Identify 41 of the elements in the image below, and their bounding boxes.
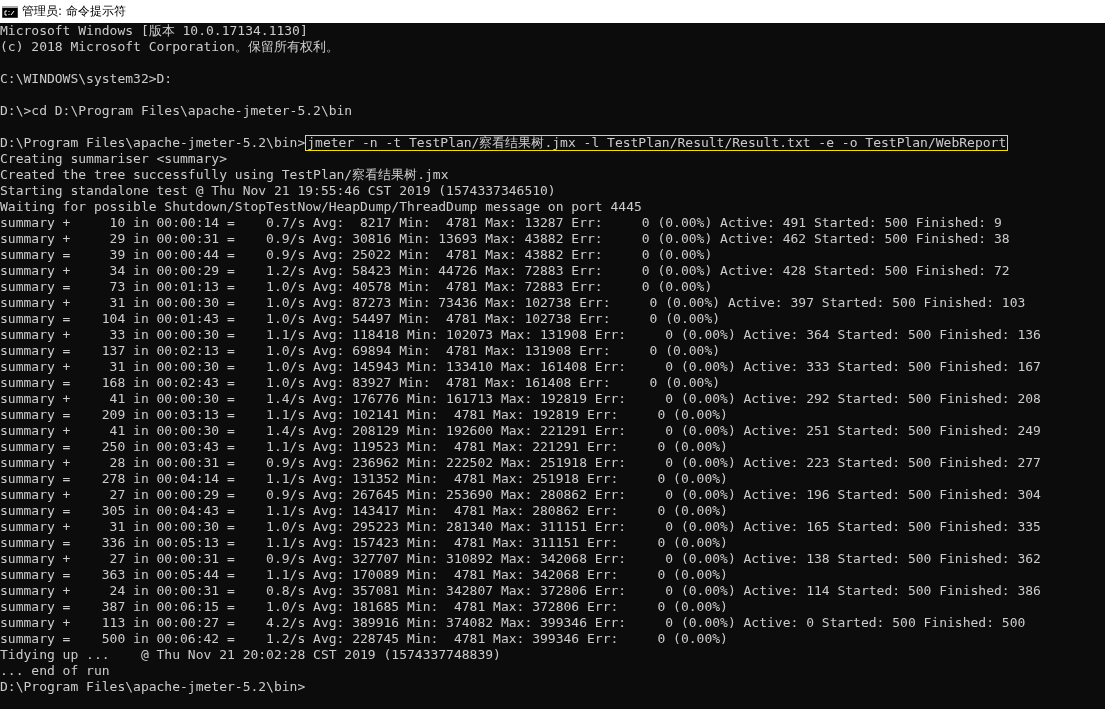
- console-line: summary = 168 in 00:02:43 = 1.0/s Avg: 83927 Min: 4781 Max: 161408 Err: 0 (0.00%): [0, 375, 721, 390]
- console-line: (c) 2018 Microsoft Corporation。保留所有权利。: [0, 39, 339, 54]
- console-line: summary = 363 in 00:05:44 = 1.1/s Avg: 170089 Min: 4781 Max: 342068 Err: 0 (0.00%): [0, 567, 728, 582]
- console-line: summary + 24 in 00:00:31 = 0.8/s Avg: 357081 Min: 342807 Max: 372806 Err: 0 (0.00%) Active: 114 Started: 500 Finished: 386: [0, 583, 1041, 598]
- console-line: Waiting for possible Shutdown/StopTestNow/HeapDump/ThreadDump message on port 4445: [0, 199, 642, 214]
- console-line: Tidying up ... @ Thu Nov 21 20:02:28 CST 2019 (1574337748839): [0, 647, 501, 662]
- console-line: summary = 39 in 00:00:44 = 0.9/s Avg: 25022 Min: 4781 Max: 43882 Err: 0 (0.00%): [0, 247, 713, 262]
- console-line: Creating summariser <summary>: [0, 151, 227, 166]
- command-prompt: D:\Program Files\apache-jmeter-5.2\bin>: [0, 135, 306, 150]
- console-line: summary = 336 in 00:05:13 = 1.1/s Avg: 157423 Min: 4781 Max: 311151 Err: 0 (0.00%): [0, 535, 728, 550]
- console-line: summary + 27 in 00:00:31 = 0.9/s Avg: 327707 Min: 310892 Max: 342068 Err: 0 (0.00%) Active: 138 Started: 500 Finished: 362: [0, 551, 1041, 566]
- console-line: summary = 104 in 00:01:43 = 1.0/s Avg: 54497 Min: 4781 Max: 102738 Err: 0 (0.00%): [0, 311, 721, 326]
- console-line: summary + 31 in 00:00:30 = 1.0/s Avg: 145943 Min: 133410 Max: 161408 Err: 0 (0.00%) Active: 333 Started: 500 Finished: 167: [0, 359, 1041, 374]
- console-line: summary = 73 in 00:01:13 = 1.0/s Avg: 40578 Min: 4781 Max: 72883 Err: 0 (0.00%): [0, 279, 713, 294]
- console-line: Starting standalone test @ Thu Nov 21 19:55:46 CST 2019 (1574337346510): [0, 183, 556, 198]
- console-line: summary + 34 in 00:00:29 = 1.2/s Avg: 58423 Min: 44726 Max: 72883 Err: 0 (0.00%) Active: 428 Started: 500 Finished: 72: [0, 263, 1010, 278]
- console-line: summary = 137 in 00:02:13 = 1.0/s Avg: 69894 Min: 4781 Max: 131908 Err: 0 (0.00%): [0, 343, 721, 358]
- console-line: summary + 31 in 00:00:30 = 1.0/s Avg: 87273 Min: 73436 Max: 102738 Err: 0 (0.00%) Active: 397 Started: 500 Finished: 103: [0, 295, 1026, 310]
- console-line: Created the tree successfully using TestPlan/察看结果树.jmx: [0, 167, 449, 182]
- console-line: summary + 29 in 00:00:31 = 0.9/s Avg: 30816 Min: 13693 Max: 43882 Err: 0 (0.00%) Active: 462 Started: 500 Finished: 38: [0, 231, 1010, 246]
- console-line: summary + 28 in 00:00:31 = 0.9/s Avg: 236962 Min: 222502 Max: 251918 Err: 0 (0.00%) Active: 223 Started: 500 Finished: 277: [0, 455, 1041, 470]
- console-line: summary + 33 in 00:00:30 = 1.1/s Avg: 118418 Min: 102073 Max: 131908 Err: 0 (0.00%) Active: 364 Started: 500 Finished: 136: [0, 327, 1041, 342]
- console-line: ... end of run: [0, 663, 110, 678]
- console-line: summary = 250 in 00:03:43 = 1.1/s Avg: 119523 Min: 4781 Max: 221291 Err: 0 (0.00%): [0, 439, 728, 454]
- console-line: summary = 305 in 00:04:43 = 1.1/s Avg: 143417 Min: 4781 Max: 280862 Err: 0 (0.00%): [0, 503, 728, 518]
- console-line: summary = 500 in 00:06:42 = 1.2/s Avg: 228745 Min: 4781 Max: 399346 Err: 0 (0.00%): [0, 631, 728, 646]
- console-line: summary = 387 in 00:06:15 = 1.0/s Avg: 181685 Min: 4781 Max: 372806 Err: 0 (0.00%): [0, 599, 728, 614]
- console-line: D:\Program Files\apache-jmeter-5.2\bin>: [0, 679, 306, 694]
- console-line: summary + 41 in 00:00:30 = 1.4/s Avg: 208129 Min: 192600 Max: 221291 Err: 0 (0.00%) Active: 251 Started: 500 Finished: 249: [0, 423, 1041, 438]
- console-line: Microsoft Windows [版本 10.0.17134.1130]: [0, 23, 308, 38]
- console-line: summary + 41 in 00:00:30 = 1.4/s Avg: 176776 Min: 161713 Max: 192819 Err: 0 (0.00%) Active: 292 Started: 500 Finished: 208: [0, 391, 1041, 406]
- console-line: summary + 113 in 00:00:27 = 4.2/s Avg: 389916 Min: 374082 Max: 399346 Err: 0 (0.00%) Active: 0 Started: 500 Finished: 500: [0, 615, 1026, 630]
- console-line: summary = 209 in 00:03:13 = 1.1/s Avg: 102141 Min: 4781 Max: 192819 Err: 0 (0.00%): [0, 407, 728, 422]
- typed-command: jmeter -n -t TestPlan/察看结果树.jmx -l TestPlan/Result/Result.txt -e -o TestPlan/WebReport: [305, 135, 1009, 151]
- console-line: summary = 278 in 00:04:14 = 1.1/s Avg: 131352 Min: 4781 Max: 251918 Err: 0 (0.00%): [0, 471, 728, 486]
- console-line: D:\>cd D:\Program Files\apache-jmeter-5.2\bin: [0, 103, 353, 118]
- console-line: summary + 27 in 00:00:29 = 0.9/s Avg: 267645 Min: 253690 Max: 280862 Err: 0 (0.00%) Active: 196 Started: 500 Finished: 304: [0, 487, 1041, 502]
- console-line: C:\WINDOWS\system32>D:: [0, 71, 173, 86]
- console-line: summary + 10 in 00:00:14 = 0.7/s Avg: 8217 Min: 4781 Max: 13287 Err: 0 (0.00%) Active: 491 Started: 500 Finished: 9: [0, 215, 1002, 230]
- console-line: summary + 31 in 00:00:30 = 1.0/s Avg: 295223 Min: 281340 Max: 311151 Err: 0 (0.00%) Active: 165 Started: 500 Finished: 335: [0, 519, 1041, 534]
- window-title: 管理员: 命令提示符: [22, 3, 126, 20]
